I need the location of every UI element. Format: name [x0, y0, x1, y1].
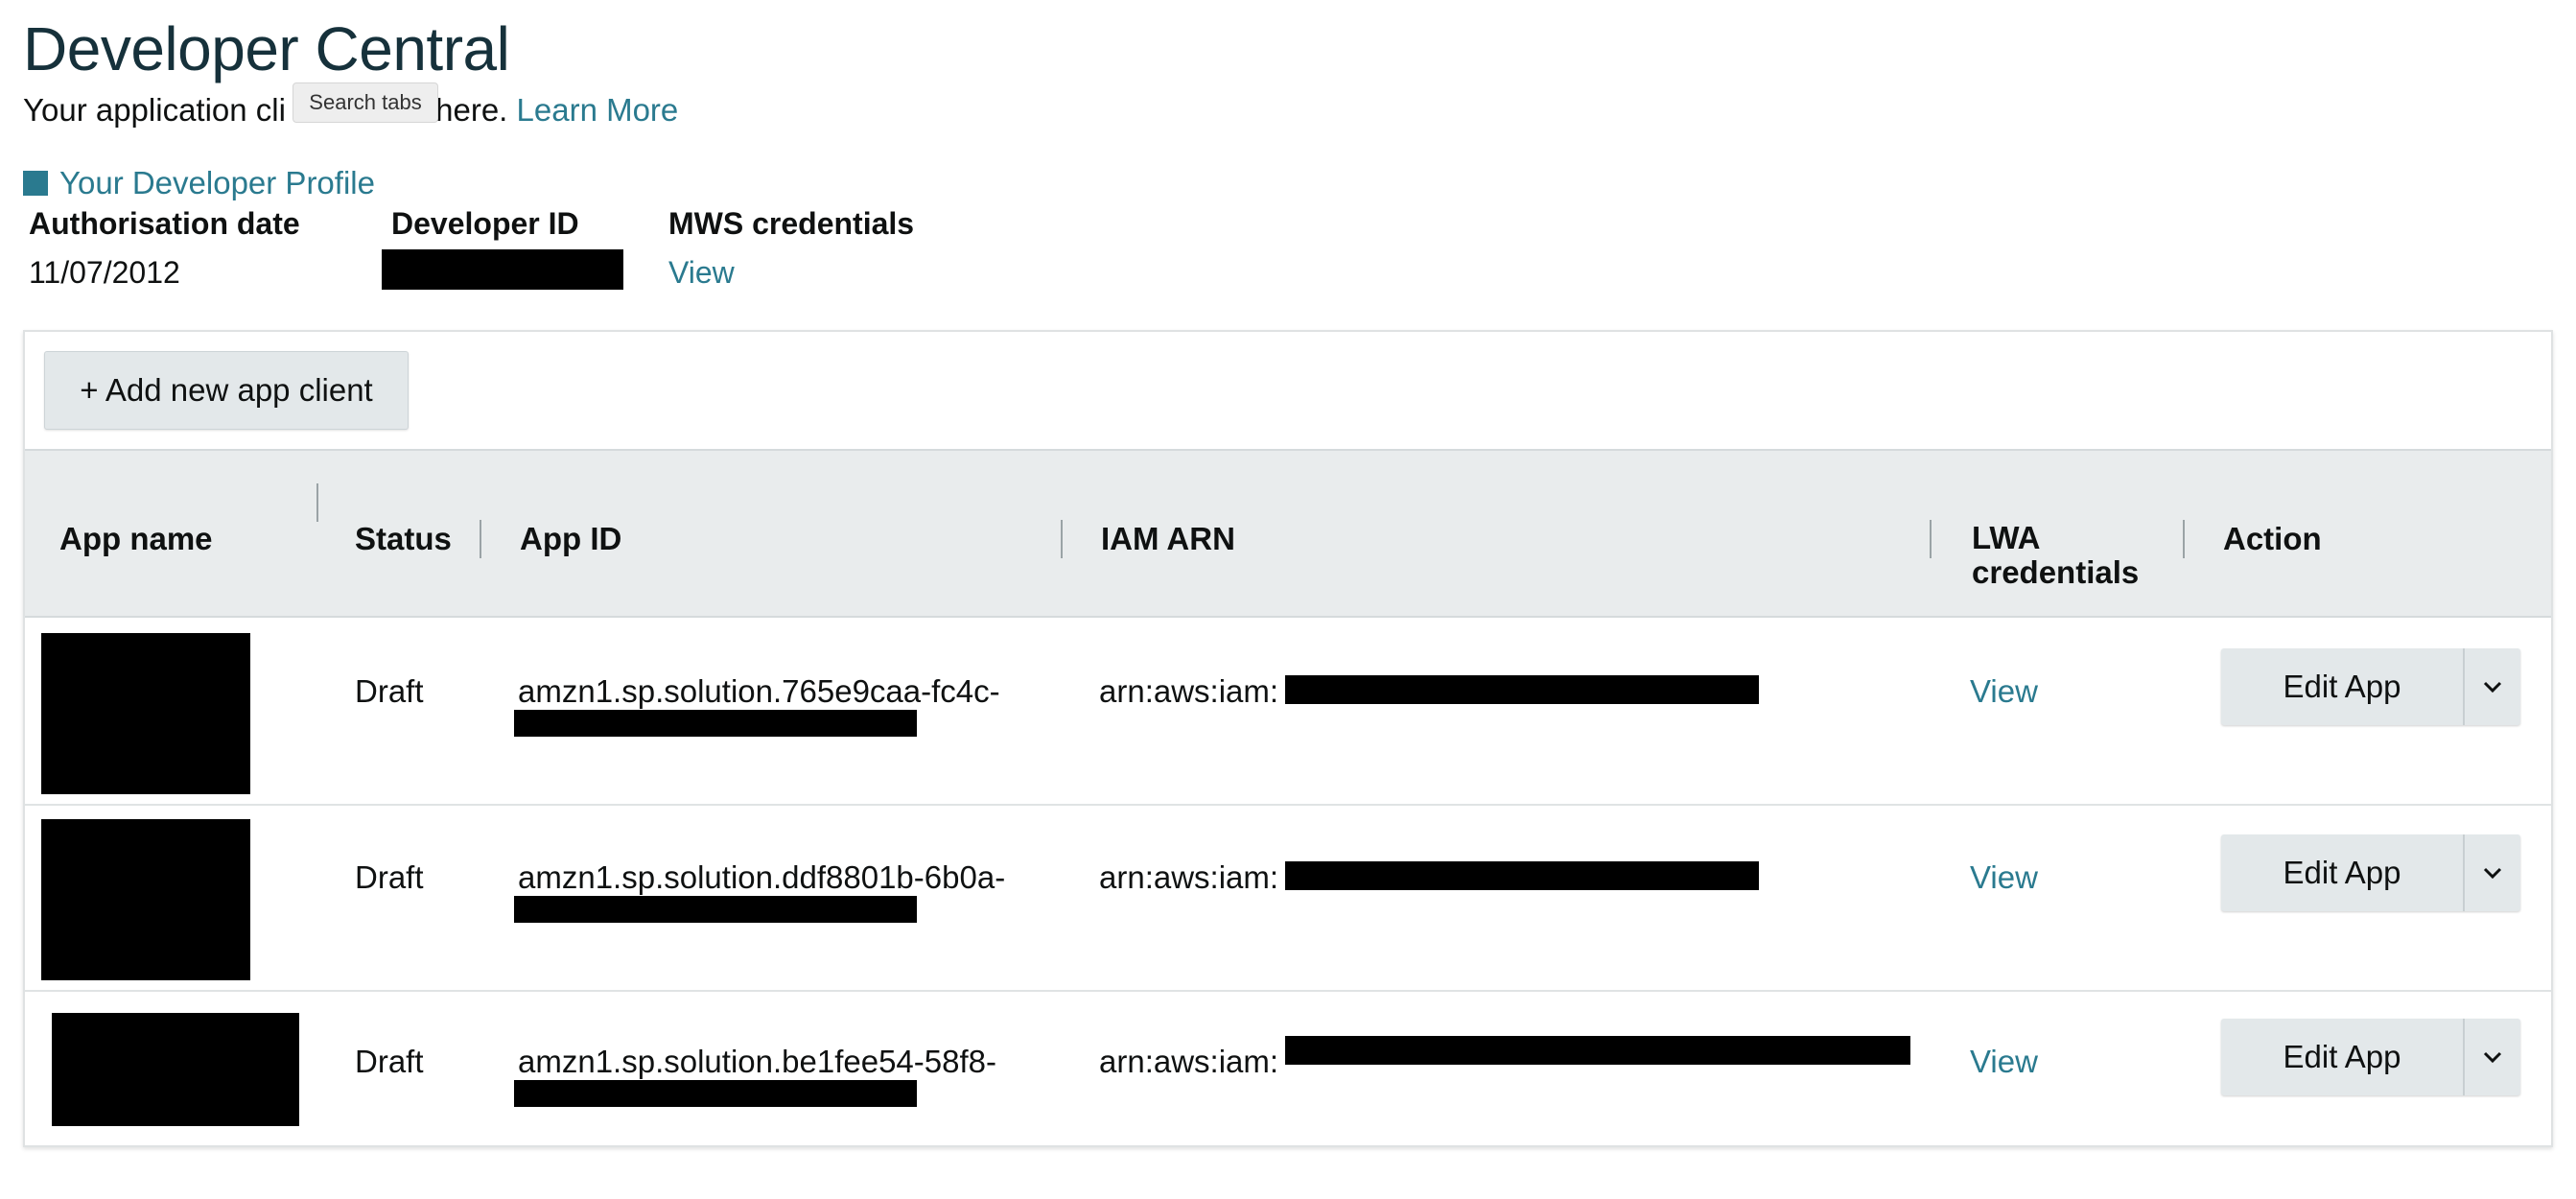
- column-header-app-name: App name: [59, 521, 213, 556]
- column-header-iam-arn: IAM ARN: [1101, 521, 1235, 556]
- table-header: App name Status App ID IAM ARN LWA crede…: [25, 449, 2551, 618]
- chevron-down-icon: [2483, 681, 2502, 694]
- edit-app-dropdown-button[interactable]: [2465, 648, 2520, 725]
- table-row: Draft amzn1.sp.solution.ddf8801b-6b0a- a…: [25, 806, 2551, 992]
- lwa-view-link[interactable]: View: [1970, 1044, 2038, 1080]
- column-header-action: Action: [2223, 521, 2322, 556]
- page-title: Developer Central: [23, 14, 510, 83]
- search-tabs-tooltip: Search tabs: [293, 82, 438, 123]
- iam-arn-cell: arn:aws:iam:: [1099, 859, 1279, 895]
- edit-app-split-button: Edit App: [2221, 1019, 2520, 1095]
- mws-credentials-label: MWS credentials: [668, 206, 915, 241]
- app-id-cell: amzn1.sp.solution.765e9caa-fc4c-: [518, 673, 1000, 709]
- status-cell: Draft: [355, 673, 424, 709]
- edit-app-dropdown-button[interactable]: [2465, 1019, 2520, 1095]
- mws-credentials-block: MWS credentials View: [668, 206, 914, 291]
- edit-app-dropdown-button[interactable]: [2465, 835, 2520, 911]
- column-divider: [480, 520, 481, 558]
- column-divider: [1930, 520, 1932, 558]
- app-clients-card: + Add new app client App name Status App…: [23, 330, 2553, 1147]
- square-icon: [23, 171, 48, 196]
- lwa-header-line2: credentials: [1972, 554, 2140, 590]
- column-header-status: Status: [355, 521, 452, 556]
- status-cell: Draft: [355, 859, 424, 895]
- app-name-redacted: [41, 819, 250, 980]
- mws-credentials-view-link[interactable]: View: [668, 255, 914, 291]
- app-id-cell: amzn1.sp.solution.be1fee54-58f8-: [518, 1044, 996, 1079]
- add-new-app-client-button[interactable]: + Add new app client: [44, 351, 409, 430]
- chevron-down-icon: [2483, 1051, 2502, 1064]
- app-name-redacted: [52, 1013, 299, 1126]
- authorisation-date-block: Authorisation date 11/07/2012: [29, 206, 300, 291]
- table-row: Draft amzn1.sp.solution.be1fee54-58f8- a…: [25, 992, 2551, 1145]
- column-divider: [2183, 520, 2185, 558]
- learn-more-link[interactable]: Learn More: [517, 92, 679, 128]
- lwa-header-line1: LWA: [1972, 520, 2041, 555]
- app-id-cell: amzn1.sp.solution.ddf8801b-6b0a-: [518, 859, 1006, 895]
- iam-arn-cell: arn:aws:iam:: [1099, 1044, 1279, 1079]
- status-cell: Draft: [355, 1044, 424, 1079]
- developer-id-redacted: [382, 249, 623, 290]
- iam-arn-redacted: [1285, 675, 1759, 704]
- developer-profile-label: Your Developer Profile: [59, 165, 375, 200]
- authorisation-date-label: Authorisation date: [29, 206, 300, 241]
- column-divider: [1061, 520, 1063, 558]
- column-divider: [316, 483, 318, 522]
- subtitle-text-start: Your application cli: [23, 92, 286, 128]
- authorisation-date-value: 11/07/2012: [29, 255, 180, 290]
- developer-id-block: Developer ID: [391, 206, 579, 242]
- chevron-down-icon: [2483, 867, 2502, 880]
- developer-central-page: Developer Central Your application cli r …: [0, 0, 2576, 1199]
- edit-app-split-button: Edit App: [2221, 648, 2520, 725]
- edit-app-split-button: Edit App: [2221, 835, 2520, 911]
- iam-arn-redacted: [1285, 1036, 1910, 1065]
- edit-app-button[interactable]: Edit App: [2221, 835, 2465, 911]
- iam-arn-cell: arn:aws:iam:: [1099, 673, 1279, 709]
- edit-app-button[interactable]: Edit App: [2221, 648, 2465, 725]
- developer-id-label: Developer ID: [391, 206, 579, 241]
- app-id-redacted: [514, 710, 917, 737]
- column-header-lwa-credentials: LWA credentials: [1972, 521, 2139, 590]
- iam-arn-redacted: [1285, 861, 1759, 890]
- app-name-redacted: [41, 633, 250, 794]
- app-id-redacted: [514, 896, 917, 923]
- developer-profile-link[interactable]: Your Developer Profile: [23, 165, 375, 201]
- table-row: Draft amzn1.sp.solution.765e9caa-fc4c- a…: [25, 618, 2551, 806]
- lwa-view-link[interactable]: View: [1970, 673, 2038, 710]
- lwa-view-link[interactable]: View: [1970, 859, 2038, 896]
- column-header-app-id: App ID: [520, 521, 622, 556]
- app-id-redacted: [514, 1080, 917, 1107]
- edit-app-button[interactable]: Edit App: [2221, 1019, 2465, 1095]
